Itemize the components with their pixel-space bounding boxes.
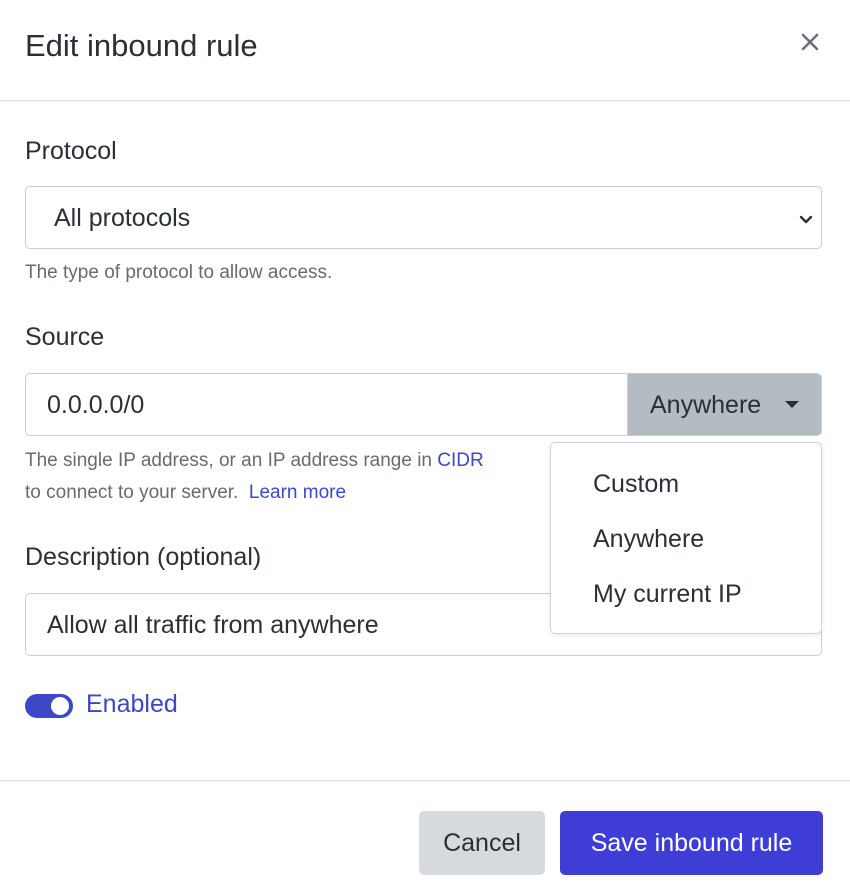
menu-item-my-current-ip[interactable]: My current IP xyxy=(593,580,742,609)
source-dropdown-button[interactable]: Anywhere xyxy=(627,374,821,435)
cidr-link[interactable]: CIDR xyxy=(437,450,483,471)
chevron-down-icon xyxy=(799,215,813,224)
source-help-line1: The single IP address, or an IP address … xyxy=(25,450,484,472)
description-label: Description (optional) xyxy=(25,543,262,571)
enabled-toggle-label[interactable]: Enabled xyxy=(86,690,178,719)
source-help-text-2: to connect to your server. xyxy=(25,482,239,503)
cancel-button[interactable]: Cancel xyxy=(419,811,545,875)
dialog-title: Edit inbound rule xyxy=(25,28,258,63)
source-dropdown-menu: Custom Anywhere My current IP xyxy=(550,442,822,634)
source-input[interactable]: 0.0.0.0/0 xyxy=(47,391,144,420)
enabled-toggle[interactable] xyxy=(25,694,73,718)
toggle-knob xyxy=(51,697,69,715)
caret-down-icon xyxy=(785,401,799,408)
dialog-header: Edit inbound rule xyxy=(0,0,850,101)
protocol-selected-value: All protocols xyxy=(54,204,191,232)
close-icon[interactable] xyxy=(798,30,822,54)
source-input-group: 0.0.0.0/0 Anywhere xyxy=(25,373,822,436)
description-value: Allow all traffic from anywhere xyxy=(47,611,379,639)
protocol-help-text: The type of protocol to allow access. xyxy=(25,262,333,283)
menu-item-anywhere[interactable]: Anywhere xyxy=(593,525,704,554)
save-inbound-rule-button[interactable]: Save inbound rule xyxy=(560,811,823,875)
source-dropdown-label: Anywhere xyxy=(650,391,762,419)
protocol-select[interactable]: All protocols xyxy=(25,186,822,249)
menu-item-custom[interactable]: Custom xyxy=(593,470,679,499)
source-label: Source xyxy=(25,323,105,351)
source-help-line2: to connect to your server. Learn more xyxy=(25,482,346,504)
footer-divider xyxy=(0,780,850,781)
protocol-label: Protocol xyxy=(25,137,117,165)
learn-more-link[interactable]: Learn more xyxy=(249,482,346,503)
source-help-text: The single IP address, or an IP address … xyxy=(25,450,432,471)
